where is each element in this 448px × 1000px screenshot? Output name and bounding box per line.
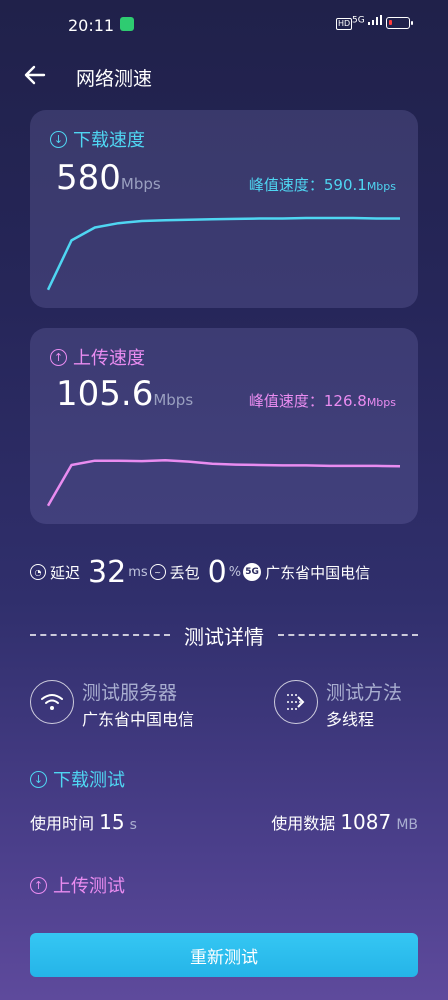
upload-circle-icon: ↑: [50, 348, 67, 366]
time-value: 15: [99, 810, 125, 834]
upload-peak: 峰值速度：126.8Mbps: [249, 390, 396, 411]
upload-speed-chart: [46, 459, 401, 507]
upload-speed-value-row: 105.6Mbps: [56, 374, 193, 414]
notification-app-icon: [120, 17, 134, 31]
hd-badge: HD: [336, 18, 353, 30]
upload-speed-label: 上传速度: [73, 348, 145, 369]
upload-speed-unit: Mbps: [153, 391, 194, 409]
server-label: 测试服务器: [82, 682, 178, 704]
server-value: 广东省中国电信: [82, 710, 195, 729]
upload-speed-header: ↑ 上传速度: [50, 344, 145, 370]
stats-row: ◔ 延迟 32 ms ~ 丢包 0 % 5G 广东省中国电信: [30, 554, 420, 590]
download-speed-label: 下载速度: [73, 130, 145, 151]
method-value: 多线程: [326, 710, 375, 729]
isp-label: 广东省中国电信: [265, 563, 371, 582]
latency-unit: ms: [128, 564, 148, 580]
upload-speed-line: [46, 459, 401, 507]
download-peak: 峰值速度：590.1Mbps: [249, 174, 396, 195]
download-speed-value-row: 580Mbps: [56, 158, 161, 198]
upload-test-label: 上传测试: [53, 876, 125, 897]
latency-label: 延迟: [50, 563, 81, 582]
upload-test-header: ↑ 上传测试: [30, 872, 125, 898]
download-speed-unit: Mbps: [120, 175, 161, 193]
download-test-header: ↓ 下载测试: [30, 766, 125, 792]
retest-button[interactable]: 重新测试: [30, 933, 418, 977]
data-used: 使用数据 1087 MB: [271, 810, 418, 834]
latency-icon: ◔: [30, 564, 46, 580]
packet-loss-icon: ~: [149, 564, 166, 580]
download-speed-line: [46, 216, 400, 291]
details-section-title: 测试详情: [184, 624, 264, 649]
data-value: 1087: [340, 810, 392, 834]
download-speed-chart: [46, 216, 400, 291]
download-peak-value: 590.1: [323, 176, 367, 194]
status-time: 20:11: [68, 16, 115, 35]
download-circle-icon: ↓: [30, 770, 47, 788]
download-peak-label: 峰值速度：: [248, 176, 324, 194]
battery-icon: [386, 17, 413, 29]
signal-text: 5G: [352, 15, 365, 26]
download-test-label: 下载测试: [53, 770, 125, 791]
method-label: 测试方法: [326, 682, 403, 704]
details-divider: 测试详情: [30, 620, 418, 650]
download-speed-card: ↓ 下载速度 580Mbps 峰值速度：590.1Mbps: [30, 110, 418, 308]
5g-icon: 5G: [243, 563, 262, 581]
wifi-icon: [30, 680, 74, 724]
upload-circle-icon: ↑: [30, 876, 47, 894]
download-circle-icon: ↓: [50, 130, 67, 148]
loss-label: 丢包: [169, 563, 200, 582]
upload-speed-value: 105.6: [56, 374, 154, 414]
upload-peak-unit: Mbps: [366, 396, 396, 409]
data-unit: MB: [396, 817, 418, 833]
download-peak-unit: Mbps: [366, 180, 396, 193]
upload-peak-value: 126.8: [323, 392, 367, 410]
multithread-icon: [274, 680, 318, 724]
upload-peak-label: 峰值速度：: [248, 392, 324, 410]
download-speed-value: 580: [56, 158, 121, 198]
page-title: 网络测速: [76, 68, 153, 90]
time-unit: s: [129, 817, 137, 833]
time-used: 使用时间 15 s: [30, 810, 137, 834]
upload-speed-card: ↑ 上传速度 105.6Mbps 峰值速度：126.8Mbps: [30, 328, 418, 524]
loss-unit: %: [228, 564, 242, 580]
loss-value: 0: [207, 554, 227, 590]
arrow-left-icon[interactable]: [22, 62, 48, 88]
status-bar: 20:11 HD 5G: [0, 0, 448, 50]
time-label: 使用时间: [30, 814, 95, 833]
download-speed-header: ↓ 下载速度: [50, 126, 145, 152]
latency-value: 32: [88, 554, 127, 590]
signal-icon: 5G: [352, 15, 382, 26]
data-label: 使用数据: [271, 814, 336, 833]
